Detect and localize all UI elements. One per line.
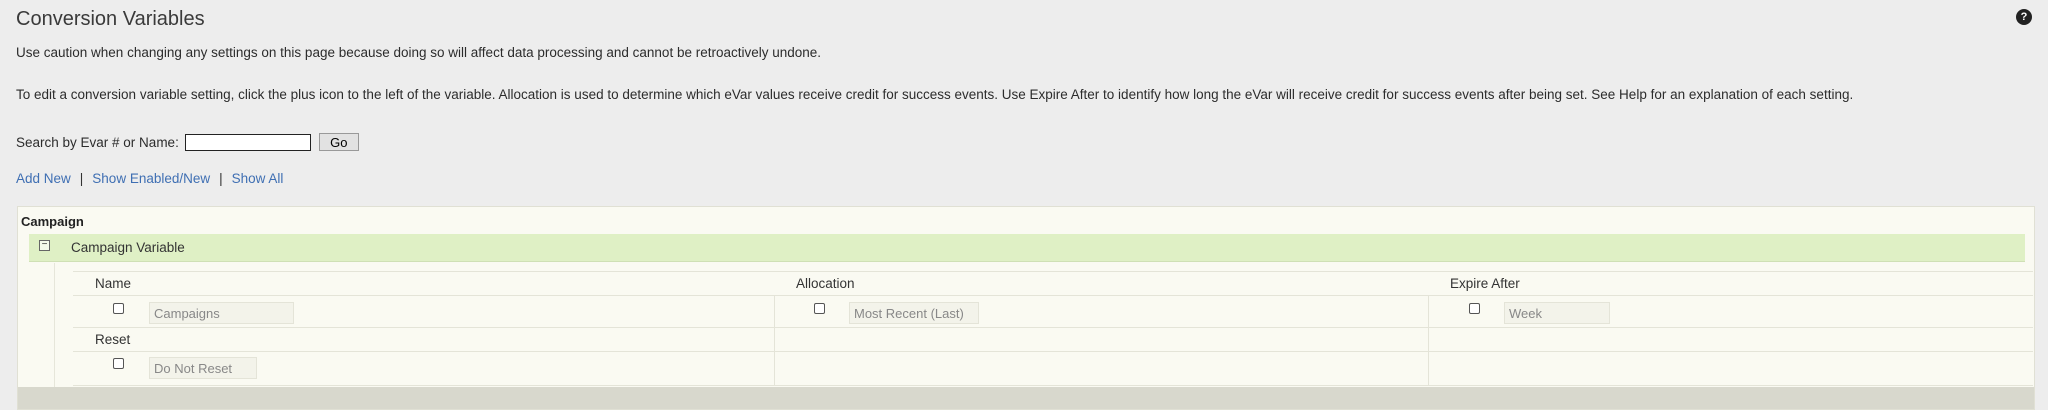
minus-square-icon[interactable]: − — [39, 240, 50, 251]
add-new-link[interactable]: Add New — [16, 171, 71, 186]
help-icon[interactable]: ? — [2016, 9, 2032, 25]
grid-divider — [73, 351, 2033, 352]
reset-label: Reset — [95, 332, 131, 347]
allocation-field: Most Recent (Last) — [849, 302, 979, 324]
search-row: Search by Evar # or Name: Go — [16, 133, 359, 151]
link-separator: | — [79, 171, 84, 186]
link-separator: | — [219, 171, 223, 186]
name-checkbox[interactable] — [113, 303, 124, 314]
settings-grid: Name Allocation Expire After Campaigns M… — [73, 271, 2033, 386]
name-field: Campaigns — [149, 302, 294, 324]
group-title: Campaign Variable — [71, 240, 185, 255]
page-title: Conversion Variables — [16, 8, 205, 30]
panel-footer-bar — [18, 387, 2034, 409]
search-input[interactable] — [184, 133, 311, 151]
campaign-variable-header[interactable]: − Campaign Variable — [29, 234, 2025, 262]
grid-divider — [73, 327, 2033, 328]
reset-field: Do Not Reset — [149, 357, 257, 379]
go-button[interactable]: Go — [318, 133, 359, 151]
search-label: Search by Evar # or Name: — [16, 134, 179, 150]
allocation-label: Allocation — [796, 276, 855, 291]
expire-after-label: Expire After — [1450, 276, 1520, 291]
show-enabled-new-link[interactable]: Show Enabled/New — [92, 171, 210, 186]
grid-divider — [73, 295, 2033, 296]
grid-divider — [1428, 295, 1429, 385]
campaign-panel: Campaign − Campaign Variable Name Alloca… — [17, 206, 2035, 410]
grid-divider — [73, 271, 2033, 272]
caution-text: Use caution when changing any settings o… — [16, 45, 822, 60]
allocation-checkbox[interactable] — [814, 303, 825, 314]
name-label: Name — [95, 276, 132, 291]
expire-after-field: Week — [1504, 302, 1610, 324]
reset-checkbox[interactable] — [113, 358, 124, 369]
indent-line — [54, 263, 55, 387]
instructions-text: To edit a conversion variable setting, c… — [16, 87, 1854, 102]
grid-divider — [73, 385, 2033, 386]
panel-label: Campaign — [21, 214, 84, 229]
filter-links: Add New | Show Enabled/New | Show All — [16, 171, 283, 186]
grid-divider — [774, 295, 775, 385]
expire-after-checkbox[interactable] — [1469, 303, 1480, 314]
show-all-link[interactable]: Show All — [232, 171, 284, 186]
